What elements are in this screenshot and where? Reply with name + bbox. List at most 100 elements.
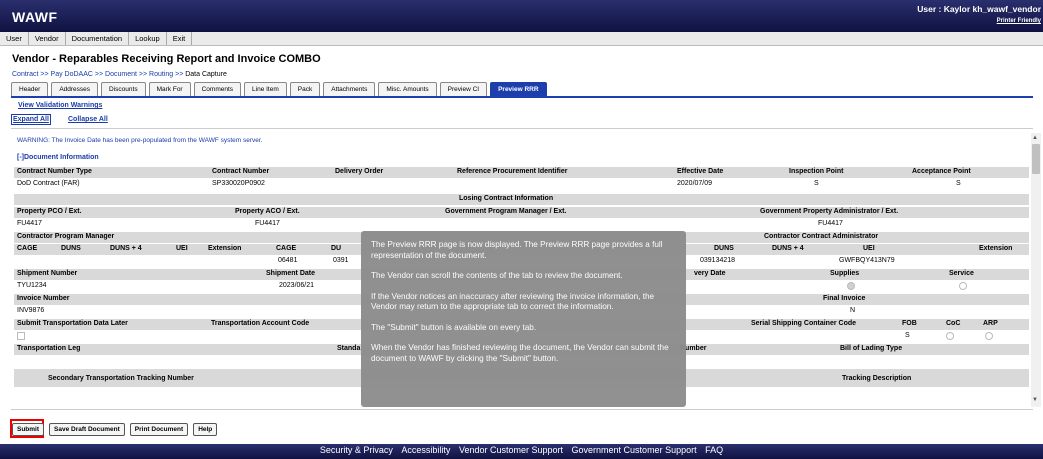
col-contractor-program-manager: Contractor Program Manager	[17, 233, 115, 240]
menu-user[interactable]: User	[0, 32, 29, 45]
scroll-down-icon[interactable]: ▼	[1032, 397, 1038, 403]
page-title: Vendor - Reparables Receiving Report and…	[12, 53, 321, 65]
col-government-program-manager: Government Program Manager / Ext.	[445, 208, 567, 215]
final-invoice-value: N	[850, 307, 856, 314]
col-cage-2: CAGE	[276, 245, 297, 252]
tooltip-paragraph: The "Submit" button is available on ever…	[371, 322, 537, 332]
tab-comments[interactable]: Comments	[193, 82, 242, 97]
coc-radio[interactable]	[946, 332, 954, 340]
col-shipment-date: Shipment Date	[266, 270, 316, 277]
menu-exit[interactable]: Exit	[167, 32, 193, 45]
document-information-toggle[interactable]: [-]Document Information	[17, 154, 99, 161]
shipment-number-value: TYU1234	[17, 282, 47, 289]
col-transportation-leg: Transportation Leg	[17, 345, 81, 352]
col-fob: FOB	[902, 320, 917, 327]
breadcrumb-routing[interactable]: Routing	[149, 71, 173, 78]
table-row: FU4417 FU4417 FU4417	[14, 219, 1029, 230]
contract-number-type-value: DoD Contract (FAR)	[17, 180, 80, 187]
tab-attachments[interactable]: Attachments	[323, 82, 376, 97]
menu-lookup[interactable]: Lookup	[129, 32, 167, 45]
expand-all-link[interactable]: Expand All	[11, 114, 51, 125]
col-standard: Standa	[337, 345, 361, 352]
col-property-aco: Property ACO / Ext.	[235, 208, 300, 215]
footer-link-vendor-support[interactable]: Vendor Customer Support	[459, 445, 563, 455]
tab-mark-for[interactable]: Mark For	[148, 82, 191, 97]
scroll-up-icon[interactable]: ▲	[1032, 135, 1038, 141]
tab-discounts[interactable]: Discounts	[101, 82, 146, 97]
tab-line-item[interactable]: Line Item	[244, 82, 287, 97]
col-uei: UEI	[176, 245, 188, 252]
table-row: DoD Contract (FAR) SP330020P0902 2020/07…	[14, 179, 1029, 190]
col-cage: CAGE	[17, 245, 38, 252]
tab-preview-ci[interactable]: Preview CI	[439, 82, 488, 97]
col-duns4: DUNS + 4	[110, 245, 142, 252]
tab-addresses[interactable]: Addresses	[51, 82, 99, 97]
breadcrumb-document[interactable]: Document	[105, 71, 137, 78]
col-secondary-tracking-number: Secondary Transportation Tracking Number	[48, 375, 194, 382]
tab-misc-amounts[interactable]: Misc. Amounts	[378, 82, 437, 97]
col-service: Service	[949, 270, 974, 277]
table-header-row: Contract Number Type Contract Number Del…	[14, 167, 1029, 178]
col-final-invoice: Final Invoice	[823, 295, 866, 302]
gpa-value: FU4417	[818, 220, 843, 227]
view-validation-warnings-link[interactable]: View Validation Warnings	[18, 102, 102, 109]
submit-later-checkbox[interactable]	[17, 332, 25, 340]
warning-text: WARNING: The Invoice Date has been pre-p…	[17, 137, 263, 144]
col-transportation-account-code: Transportation Account Code	[211, 320, 310, 327]
footer-link-government-support[interactable]: Government Customer Support	[572, 445, 697, 455]
acceptance-point-value: S	[956, 180, 961, 187]
uei-value: GWFBQY413N79	[839, 257, 895, 264]
col-serial-shipping-container-code: Serial Shipping Container Code	[751, 320, 857, 327]
footer-bar: Security & Privacy Accessibility Vendor …	[0, 444, 1043, 459]
wawf-logo: WAWF	[12, 9, 58, 25]
col-reference-procurement-identifier: Reference Procurement Identifier	[457, 168, 568, 175]
breadcrumb-contract[interactable]: Contract	[12, 71, 38, 78]
menu-documentation[interactable]: Documentation	[66, 32, 130, 45]
menu-vendor[interactable]: Vendor	[29, 32, 66, 45]
arp-radio[interactable]	[985, 332, 993, 340]
breadcrumb: Contract >> Pay DoDAAC >> Document >> Ro…	[12, 71, 227, 78]
instruction-tooltip: The Preview RRR page is now displayed. T…	[361, 231, 686, 407]
duns-value: 039134218	[700, 257, 736, 264]
tab-pack[interactable]: Pack	[289, 82, 321, 97]
col-effective-date: Effective Date	[677, 168, 724, 175]
print-document-button[interactable]: Print Document	[129, 423, 189, 436]
losing-contract-header: Losing Contract Information	[14, 194, 1029, 205]
tab-header[interactable]: Header	[11, 82, 49, 97]
col-invoice-number: Invoice Number	[17, 295, 70, 302]
col-contract-number: Contract Number	[212, 168, 270, 175]
col-extension: Extension	[208, 245, 242, 252]
col-extension-3: Extension	[979, 245, 1013, 252]
col-delivery-date: very Date	[694, 270, 726, 277]
footer-link-accessibility[interactable]: Accessibility	[401, 445, 450, 455]
invoice-number-value: INV9876	[17, 307, 45, 314]
submit-button[interactable]: Submit	[12, 423, 45, 436]
help-button[interactable]: Help	[193, 423, 218, 436]
collapse-all-link[interactable]: Collapse All	[68, 116, 108, 123]
inspection-point-value: S	[814, 180, 819, 187]
col-delivery-order: Delivery Order	[335, 168, 384, 175]
table-header-row: Property PCO / Ext. Property ACO / Ext. …	[14, 207, 1029, 218]
top-banner: WAWF User : Kaylor kh_wawf_vendor Printe…	[0, 0, 1043, 32]
col-tracking-description: Tracking Description	[842, 375, 912, 382]
col-duns-3: DUNS	[714, 245, 734, 252]
footer-link-faq[interactable]: FAQ	[705, 445, 723, 455]
tooltip-paragraph: If the Vendor notices an inaccuracy afte…	[371, 291, 655, 312]
scroll-thumb[interactable]	[1032, 144, 1040, 174]
col-government-property-administrator: Government Property Administrator / Ext.	[760, 208, 899, 215]
breadcrumb-pay-dodaac[interactable]: Pay DoDAAC	[51, 71, 93, 78]
vertical-scrollbar[interactable]: ▲ ▼	[1031, 133, 1041, 407]
supplies-radio[interactable]	[847, 282, 855, 290]
cage-value: 06481	[278, 257, 298, 264]
printer-friendly-link[interactable]: Printer Friendly	[997, 18, 1041, 24]
contract-number-value: SP330020P0902	[212, 180, 265, 187]
save-draft-button[interactable]: Save Draft Document	[49, 423, 125, 436]
service-radio[interactable]	[959, 282, 967, 290]
property-aco-value: FU4417	[255, 220, 280, 227]
col-duns: DUNS	[61, 245, 81, 252]
col-supplies: Supplies	[830, 270, 860, 277]
col-submit-transportation-later: Submit Transportation Data Later	[17, 320, 128, 327]
footer-link-security[interactable]: Security & Privacy	[320, 445, 393, 455]
tooltip-paragraph: The Vendor can scroll the contents of th…	[371, 271, 623, 280]
tab-preview-rrr[interactable]: Preview RRR	[490, 82, 547, 97]
